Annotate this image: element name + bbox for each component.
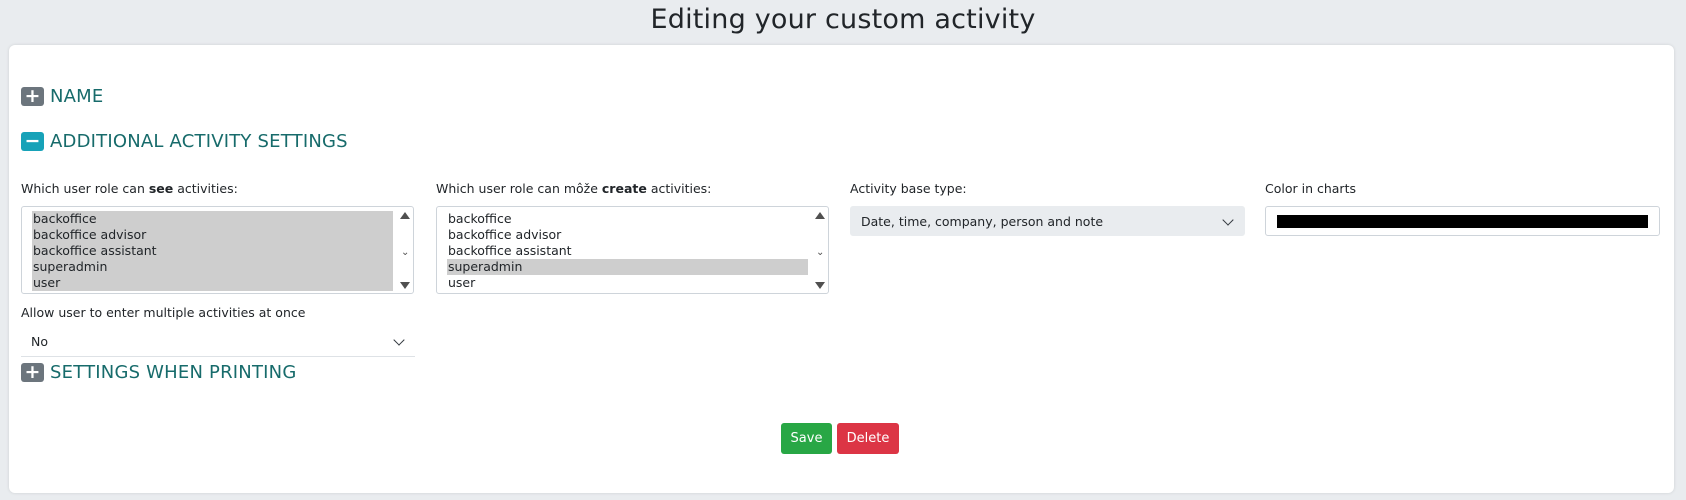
role-option[interactable]: user <box>447 275 808 291</box>
multiple-value: No <box>31 334 48 349</box>
chart-color-label: Color in charts <box>1265 181 1356 196</box>
see-roles-label-bold: see <box>148 181 174 196</box>
section-name-header[interactable]: + NAME <box>21 86 103 107</box>
see-roles-option-list: backoffice backoffice advisor backoffice a… <box>32 211 393 291</box>
collapse-icon[interactable]: − <box>21 132 44 151</box>
expand-icon[interactable]: + <box>21 363 44 382</box>
see-roles-label-suffix: activities: <box>173 181 238 196</box>
create-roles-scrollbar[interactable]: ⌄ <box>812 207 828 293</box>
expand-icon[interactable]: + <box>21 87 44 106</box>
base-type-select[interactable]: Date, time, company, person and note <box>850 206 1245 236</box>
base-type-value: Date, time, company, person and note <box>861 213 1104 229</box>
scroll-grip-icon[interactable]: ⌄ <box>401 247 409 258</box>
see-roles-scrollbar[interactable]: ⌄ <box>397 207 413 293</box>
create-roles-multiselect[interactable]: backoffice backoffice advisor backoffice a… <box>436 206 829 294</box>
multiple-select[interactable]: No <box>21 327 415 357</box>
base-type-label: Activity base type: <box>850 181 967 196</box>
create-roles-label: Which user role can môže create activiti… <box>436 181 711 196</box>
create-roles-label-prefix: Which user role can môže <box>436 181 602 196</box>
section-printing-title: SETTINGS WHEN PRINTING <box>50 362 297 383</box>
multiple-label: Allow user to enter multiple activities … <box>21 305 306 320</box>
scroll-grip-icon[interactable]: ⌄ <box>816 247 824 258</box>
role-option[interactable]: backoffice advisor <box>447 227 808 243</box>
create-roles-label-bold: create <box>601 181 647 196</box>
scroll-down-icon[interactable] <box>815 282 825 289</box>
section-name-title: NAME <box>50 86 104 107</box>
create-roles-option-list: backoffice backoffice advisor backoffice a… <box>447 211 808 291</box>
scroll-down-icon[interactable] <box>400 282 410 289</box>
section-printing-header[interactable]: + SETTINGS WHEN PRINTING <box>21 362 297 383</box>
role-option[interactable]: user <box>32 275 393 291</box>
chevron-down-icon <box>1222 214 1234 226</box>
scroll-up-icon[interactable] <box>400 212 410 219</box>
role-option[interactable]: superadmin <box>32 259 393 275</box>
see-roles-label: Which user role can see activities: <box>21 181 238 196</box>
create-roles-label-suffix: activities: <box>646 181 712 196</box>
role-option[interactable]: backoffice advisor <box>32 227 393 243</box>
role-option[interactable]: backoffice assistant <box>32 243 393 259</box>
page-title: Editing your custom activity <box>650 4 1036 35</box>
role-option[interactable]: backoffice assistant <box>447 243 808 259</box>
save-button[interactable]: Save <box>781 423 832 454</box>
chart-color-input[interactable] <box>1265 206 1660 236</box>
role-option[interactable]: backoffice <box>32 211 393 227</box>
section-additional-title: ADDITIONAL ACTIVITY SETTINGS <box>50 131 348 152</box>
scroll-up-icon[interactable] <box>815 212 825 219</box>
see-roles-multiselect[interactable]: backoffice backoffice advisor backoffice a… <box>21 206 414 294</box>
color-swatch <box>1277 215 1648 228</box>
role-option[interactable]: backoffice <box>447 211 808 227</box>
delete-button[interactable]: Delete <box>837 423 899 454</box>
section-additional-header[interactable]: − ADDITIONAL ACTIVITY SETTINGS <box>21 131 348 152</box>
chevron-down-icon <box>393 334 405 346</box>
see-roles-label-prefix: Which user role can <box>21 181 149 196</box>
role-option[interactable]: superadmin <box>447 259 808 275</box>
